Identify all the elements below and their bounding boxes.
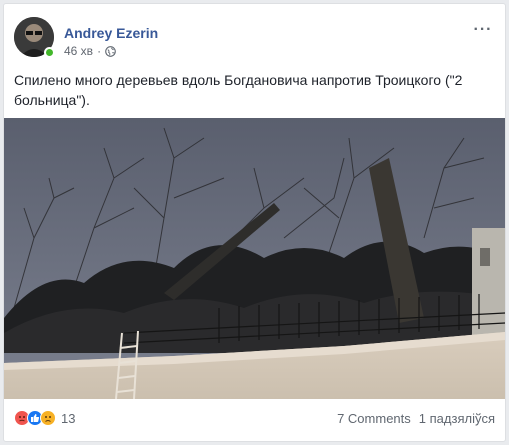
shares-count-link[interactable]: 1 падзяліўся [419, 411, 495, 426]
sad-icon [40, 410, 56, 426]
author-name[interactable]: Andrey Ezerin [64, 25, 158, 41]
post-header: Andrey Ezerin 46 хв · ··· [14, 17, 495, 61]
post-text: Спилено много деревьев вдоль Богдановича… [14, 72, 463, 108]
reactions-summary[interactable]: 13 [14, 410, 75, 426]
globe-icon[interactable] [105, 45, 116, 57]
post-photo[interactable] [4, 118, 505, 399]
reaction-count[interactable]: 13 [61, 411, 75, 426]
post-card: Andrey Ezerin 46 хв · ··· Спилено много … [3, 3, 506, 442]
post-time[interactable]: 46 хв [64, 44, 93, 58]
comments-count-link[interactable]: 7 Comments [337, 411, 411, 426]
online-status-dot [44, 47, 55, 58]
post-footer: 13 7 Comments 1 падзяліўся [14, 404, 495, 432]
post-meta: 46 хв · [64, 44, 116, 58]
post-stats: 7 Comments 1 падзяліўся [337, 411, 495, 426]
ellipsis-icon[interactable]: ··· [471, 22, 495, 41]
